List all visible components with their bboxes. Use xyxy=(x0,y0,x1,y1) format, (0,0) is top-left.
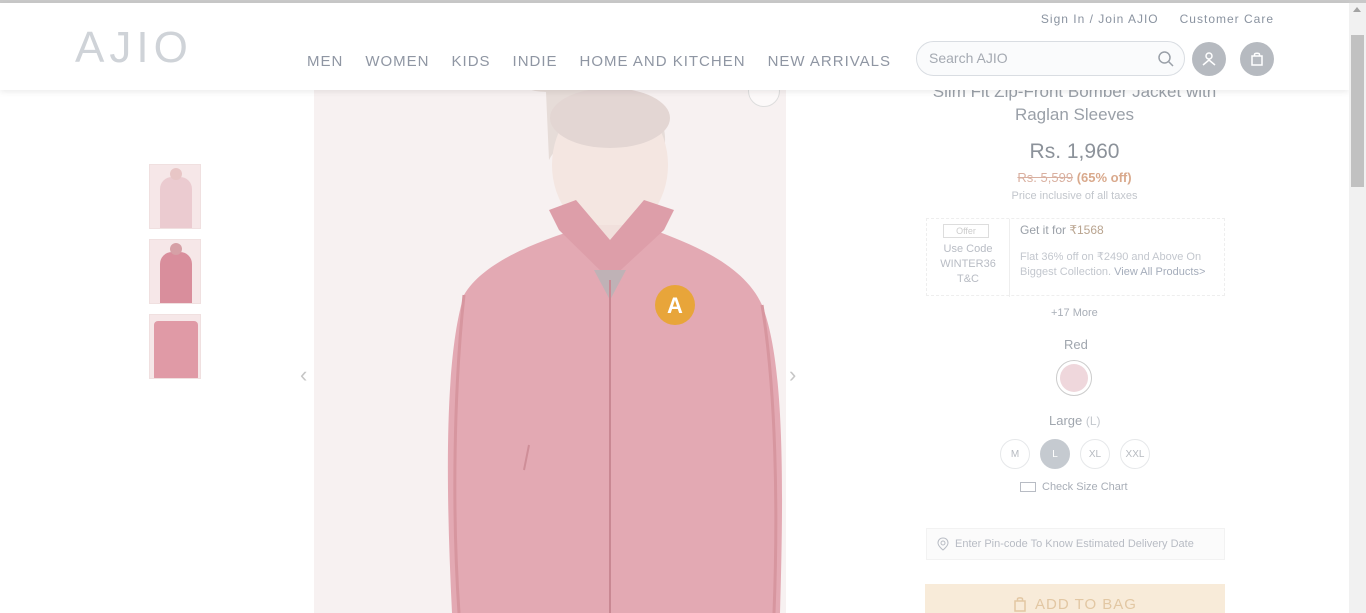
next-image-arrow[interactable]: › xyxy=(789,362,796,388)
add-to-bag-button[interactable]: ADD TO BAG xyxy=(925,584,1225,613)
scroll-up-arrow-icon[interactable] xyxy=(1353,7,1361,12)
bag-icon xyxy=(1014,597,1026,612)
mrp-value: Rs. 5,599 xyxy=(1017,170,1074,185)
cart-button[interactable] xyxy=(1240,42,1274,76)
svg-text:A: A xyxy=(667,293,683,318)
pincode-field[interactable]: Enter Pin-code To Know Estimated Deliver… xyxy=(926,528,1225,560)
nav-new-arrivals[interactable]: NEW ARRIVALS xyxy=(768,53,891,70)
product-page: A ‹ › Slim Fit Zip-Front Bomber Jacket w… xyxy=(0,0,1349,613)
search-input[interactable] xyxy=(929,50,1149,66)
nav-men[interactable]: MEN xyxy=(307,53,343,70)
size-option-xxl[interactable]: XXL xyxy=(1120,439,1150,469)
ruler-icon xyxy=(1020,482,1036,492)
offer-box: Offer Use Code WINTER36 T&C Get it for ₹… xyxy=(926,218,1225,297)
user-icon xyxy=(1202,52,1216,66)
offer-code: Use Code WINTER36 T&C xyxy=(927,242,1009,287)
nav-kids[interactable]: KIDS xyxy=(452,53,491,70)
offer-code-panel: Offer Use Code WINTER36 T&C xyxy=(927,219,1009,297)
sign-in-link[interactable]: Sign In / Join AJIO xyxy=(1041,12,1159,26)
top-links: Sign In / Join AJIO Customer Care xyxy=(1041,12,1274,26)
product-main-image[interactable]: A xyxy=(314,90,786,613)
search-icon[interactable] xyxy=(1157,50,1175,68)
coupon-code: WINTER36 xyxy=(940,258,996,270)
offer-divider xyxy=(1009,219,1010,297)
account-button[interactable] xyxy=(1192,42,1226,76)
color-swatch-red[interactable] xyxy=(1056,360,1092,396)
size-selector: M L XL XXL xyxy=(1000,439,1150,469)
customer-care-link[interactable]: Customer Care xyxy=(1180,12,1274,26)
size-option-m[interactable]: M xyxy=(1000,439,1030,469)
nav-women[interactable]: WOMEN xyxy=(365,53,429,70)
size-option-xl[interactable]: XL xyxy=(1080,439,1110,469)
size-option-l[interactable]: L xyxy=(1040,439,1070,469)
size-label: Large (L) xyxy=(1049,413,1101,428)
offer-details: Get it for ₹1568 Flat 36% off on ₹2490 a… xyxy=(1020,223,1220,280)
offer-tag: Offer xyxy=(943,224,989,238)
main-nav: MEN WOMEN KIDS INDIE HOME AND KITCHEN NE… xyxy=(307,53,913,70)
get-it-for: Get it for ₹1568 xyxy=(1020,223,1104,237)
nav-home-and-kitchen[interactable]: HOME AND KITCHEN xyxy=(580,53,746,70)
ajio-logo[interactable]: AJIO xyxy=(75,23,193,73)
product-mrp: Rs. 5,599 (65% off) xyxy=(904,170,1245,185)
location-pin-icon xyxy=(937,537,949,551)
scrollbar-thumb[interactable] xyxy=(1351,35,1364,187)
thumbnail-3[interactable] xyxy=(149,314,201,379)
site-header: AJIO Sign In / Join AJIO Customer Care M… xyxy=(0,3,1349,90)
product-price: Rs. 1,960 xyxy=(1029,140,1120,163)
size-chart-link[interactable]: Check Size Chart xyxy=(1020,481,1128,493)
discount-percent: (65% off) xyxy=(1076,170,1132,185)
vertical-scrollbar[interactable] xyxy=(1349,3,1366,613)
thumbnail-1[interactable] xyxy=(149,164,201,229)
prev-image-arrow[interactable]: ‹ xyxy=(300,362,307,388)
thumbnail-list xyxy=(149,164,201,389)
thumbnail-2[interactable] xyxy=(149,239,201,304)
more-offers-link[interactable]: +17 More xyxy=(1051,307,1098,319)
offer-description: Flat 36% off on ₹2490 and Above On Bigge… xyxy=(1020,251,1206,278)
color-label: Red xyxy=(1064,337,1088,352)
view-all-products-link[interactable]: View All Products> xyxy=(1114,266,1205,278)
shopping-bag-icon xyxy=(1251,52,1263,66)
model-jacket-illustration: A xyxy=(314,90,786,613)
tax-note: Price inclusive of all taxes xyxy=(1011,190,1138,202)
tnc-link[interactable]: T&C xyxy=(927,272,1009,287)
use-code-label: Use Code xyxy=(943,243,993,255)
search-box xyxy=(916,41,1185,76)
nav-indie[interactable]: INDIE xyxy=(513,53,558,70)
product-info: Slim Fit Zip-Front Bomber Jacket with Ra… xyxy=(904,80,1245,202)
